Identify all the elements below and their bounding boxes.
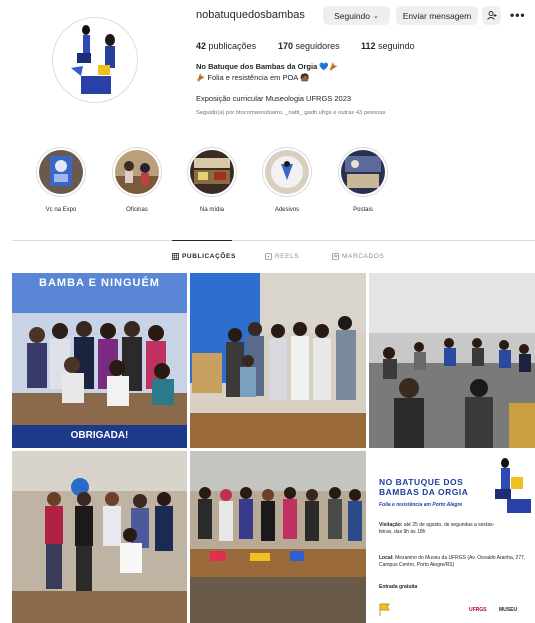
post-6-visit: Visitação: até 25 de agosto, de segundas… [379,522,497,536]
posts-label: publicações [208,41,257,51]
tab-posts[interactable]: PUBLICAÇÕES [172,253,236,260]
highlight-ring [36,147,86,197]
highlight-label: Na mídia [199,207,224,213]
highlight-image [115,150,159,194]
following-label: seguindo [378,41,415,51]
post-6-location-text: Mezanino do Museu da UFRGS (Av. Osvaldo … [379,555,526,568]
tab-tagged-label: MARCADOS [342,253,385,260]
highlight-adesivos[interactable]: Adesivos [261,147,313,213]
highlight-na-midia[interactable]: Na mídia [186,147,238,213]
poster-flag-icon [379,603,390,616]
tab-reels-label: REELS [275,253,300,260]
send-message-label: Enviar mensagem [402,10,472,21]
highlight-image [341,150,385,194]
post-image [190,451,366,623]
post-image [190,273,366,448]
post-6-logo-ufrgs: UFRGS [469,607,487,613]
post-1-banner: OBRIGADA! [70,430,129,441]
add-user-icon [486,11,496,20]
grid-icon [172,253,179,260]
posts-count: 42 [196,41,207,51]
send-message-button[interactable]: Enviar mensagem [396,6,478,25]
avatar-illustration [53,18,137,102]
highlight-label: Adesivos [274,207,300,213]
profile-avatar[interactable] [52,17,138,103]
followers-stat[interactable]: 170 seguidores [278,41,340,51]
post-6-location-label: Local: [379,555,394,561]
highlight-oficinas[interactable]: Oficinas [111,147,163,213]
highlight-thumbnail [39,150,83,194]
highlight-label: Oficinas [126,207,148,213]
tagged-icon [332,253,339,260]
profile-username: nobatuquedosbambas [196,9,305,21]
post-thumbnail-1[interactable]: BAMBA E NINGUÉM OBRIGADA! [12,273,187,448]
tab-posts-label: PUBLICAÇÕES [182,253,236,260]
post-6-subtitle: Folia e resistência em Porto Alegre [379,502,463,508]
highlight-thumbnail [115,150,159,194]
post-thumbnail-6[interactable]: NO BATUQUE DOS BAMBAS DA ORGIA Folia e r… [369,451,535,623]
more-options-icon[interactable]: ••• [510,8,526,22]
following-stat[interactable]: 112 seguindo [361,41,415,51]
post-6-title: NO BATUQUE DOS BAMBAS DA ORGIA [379,477,469,497]
posts-count-stat: 42 publicações [196,41,256,51]
highlight-ring [187,147,237,197]
post-thumbnail-5[interactable] [190,451,366,623]
post-thumbnail-4[interactable] [12,451,187,623]
highlight-ring [338,147,388,197]
chevron-down-icon: ⌄ [373,12,379,20]
highlight-thumbnail [190,150,234,194]
bio-name: No Batuque dos Bambas da Orgia 💙🪘 [196,62,339,71]
post-thumbnail-2[interactable] [190,273,366,448]
bio-description: Exposição curricular Museologia UFRGS 20… [196,94,352,103]
tab-tagged[interactable]: MARCADOS [332,253,384,260]
highlight-postais[interactable]: Postais [337,147,389,213]
highlight-ring [112,147,162,197]
post-thumbnail-3[interactable] [369,273,535,448]
tabs-divider [12,240,535,241]
reels-icon [265,253,272,260]
post-6-logo-museu: MUSEU [499,607,518,613]
highlight-image [190,150,234,194]
tab-reels[interactable]: REELS [265,253,299,260]
followers-count: 170 [278,41,294,51]
post-image [369,273,535,448]
post-6-location: Local: Mezanino do Museu da UFRGS (Av. O… [379,555,531,569]
post-image [12,451,187,623]
highlight-image [39,150,83,194]
post-image [12,273,187,448]
post-1-top-text: BAMBA E NINGUÉM [39,277,160,289]
following-count: 112 [361,41,376,51]
active-tab-indicator [172,240,232,241]
bio-line: 🪘 Folia e resistência em POA 🧑🏾 [196,73,310,82]
highlight-image [265,150,309,194]
highlight-vc-na-expo[interactable]: Vc na Expo [35,147,87,213]
highlight-thumbnail [265,150,309,194]
highlight-ring [262,147,312,197]
post-6-visit-label: Visitação: [379,522,403,528]
post-6-entry: Entrada gratuita [379,584,418,590]
following-button-label: Seguindo [334,10,371,21]
following-button[interactable]: Seguindo ⌄ [323,6,390,25]
highlight-label: Vc na Expo [45,207,77,213]
followers-label: seguidores [295,41,340,51]
highlight-label: Postais [353,207,373,213]
followed-by-text[interactable]: Seguido(a) por blocomasnobairro, _natti_… [196,110,385,116]
highlight-thumbnail [341,150,385,194]
suggested-accounts-button[interactable] [482,6,501,25]
